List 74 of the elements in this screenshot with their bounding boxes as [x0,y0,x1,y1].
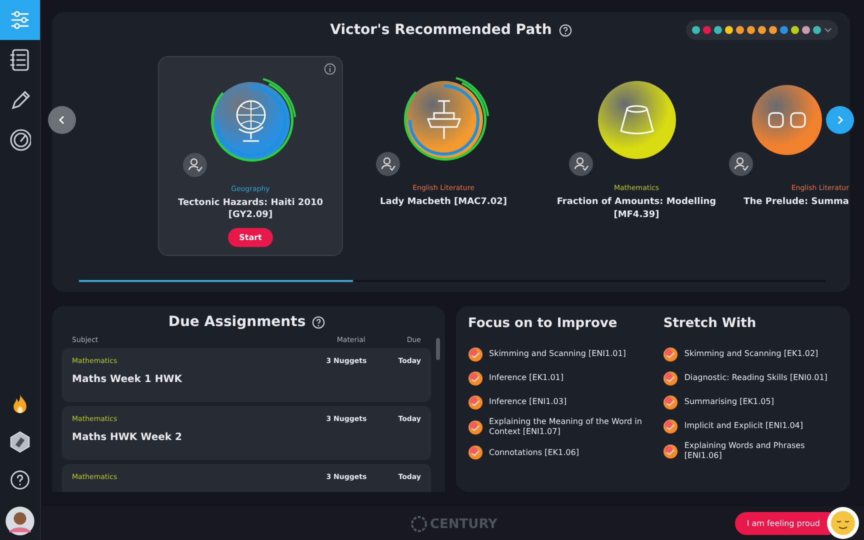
start-button[interactable]: Start [228,228,273,247]
nugget-icon [663,444,678,459]
previous-button[interactable] [48,106,76,134]
skill-link[interactable]: Connotations [EK1.06] [468,444,652,462]
chevron-right-icon [835,115,845,125]
help-icon[interactable] [558,24,572,36]
nugget-icon [468,370,483,386]
skill-link[interactable]: Implicit and Explicit [ENI1.04] [663,417,838,435]
feeling-button[interactable]: I am feeling proud [734,512,830,534]
nugget-icon [468,346,483,362]
color-dot[interactable] [758,26,766,34]
help-icon[interactable] [9,468,31,492]
pencil-icon [9,88,31,112]
section-title: Focus on to Improve [468,316,618,331]
nugget-icon [663,394,678,410]
next-button[interactable] [826,106,854,134]
skill-link[interactable]: Skimming and Scanning [EK1.02] [663,345,838,363]
nugget-icon [468,420,483,435]
color-dot[interactable] [736,26,744,34]
list-icon [9,48,31,72]
content-face-icon[interactable] [826,506,860,540]
lesson-illustration[interactable] [404,81,482,159]
section-title: Stretch With [663,316,758,331]
scrollbar[interactable] [79,280,353,282]
skill-link[interactable]: Inference [EK1.01] [468,369,652,387]
nugget-icon [663,418,678,434]
nugget-icon [663,346,678,362]
skill-link[interactable]: Summarising [EK1.05] [663,393,838,411]
nugget-icon [663,370,678,386]
gauge-icon [9,128,31,152]
lesson-title: The Prelude: Summa [744,196,849,209]
color-dot[interactable] [714,26,722,34]
panel-title: Victor's Recommended Path [330,22,552,38]
person-check-icon[interactable] [376,152,400,176]
lampshade-icon [618,104,654,136]
sliders-icon [9,8,31,32]
lesson-title: Fraction of Amounts: Modelling [MF4.39] [556,196,718,222]
logo-icon [411,516,427,532]
globe-icon [234,98,266,143]
skill-link[interactable]: Inference [ENI1.03] [468,393,652,411]
lesson-title: Lady Macbeth [MAC7.02] [380,196,507,209]
info-icon[interactable] [324,63,336,75]
person-check-icon[interactable] [568,152,592,176]
panel-title: Due Assignments [168,314,306,330]
color-dot[interactable] [692,26,700,34]
color-dot[interactable] [780,26,788,34]
skill-link[interactable]: Explaining the Meaning of the Word in Context [ENI1.07] [468,417,652,438]
logo-text: CENTURY [430,516,498,532]
person-check-icon[interactable] [182,152,206,177]
color-dot[interactable] [703,26,711,34]
color-dot[interactable] [725,26,733,34]
assignment-title: Maths HWK Week 2 [72,432,183,443]
person-check-icon[interactable] [729,152,753,176]
color-dot[interactable] [813,26,821,34]
chevron-left-icon [57,115,67,125]
color-dot[interactable] [802,26,810,34]
assignment-title: Maths Week 1 HWK [72,374,184,385]
lesson-illustration[interactable] [212,82,290,160]
subject-filter-dropdown[interactable] [686,20,838,40]
scrollbar[interactable] [436,338,440,360]
chevron-down-icon [824,26,832,34]
tower-icon [426,99,462,141]
color-dot[interactable] [747,26,755,34]
color-dot[interactable] [769,26,777,34]
skill-link[interactable]: Skimming and Scanning [ENI1.01] [468,345,652,363]
hexagon-badge-icon[interactable] [9,430,31,454]
color-dot[interactable] [791,26,799,34]
skill-link[interactable]: Explaining Words and Phrases [ENI1.06] [663,441,838,462]
avatar-icon[interactable] [5,506,35,536]
nugget-icon [468,394,483,410]
help-icon[interactable] [312,316,325,328]
nugget-icon [468,445,483,460]
lesson-title: Tectonic Hazards: Haiti 2010 [GY2.09] [177,196,324,222]
skill-link[interactable]: Diagnostic: Reading Skills [ENI0.01] [663,369,838,387]
